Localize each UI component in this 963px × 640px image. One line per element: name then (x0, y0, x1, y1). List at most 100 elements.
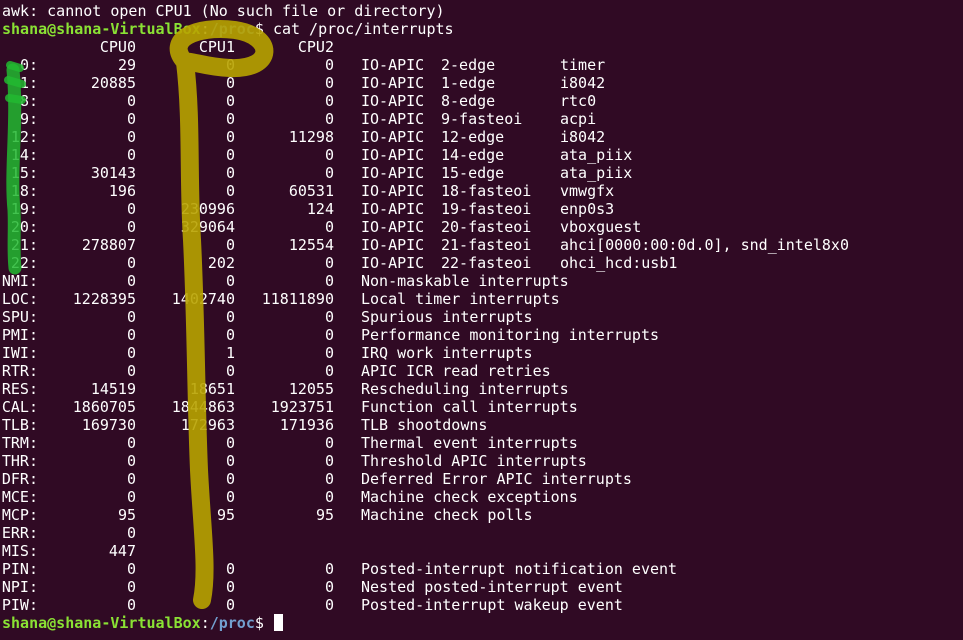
description: Rescheduling interrupts (361, 380, 569, 398)
cpu2-count: 0 (324, 164, 334, 182)
cpu1-count: 202 (207, 254, 235, 272)
irq-label: IWI: (1, 344, 38, 362)
irq-label: 15: (10, 164, 38, 182)
cpu1-count: 0 (225, 560, 235, 578)
irq-label: MCE: (1, 488, 38, 506)
cpu0-count: 0 (126, 308, 136, 326)
prompt-line: shana@shana-VirtualBox:/proc$ cat /proc/… (2, 20, 454, 38)
controller: IO-APIC (361, 146, 425, 164)
cpu0-count: 278807 (81, 236, 136, 254)
irq-label: 22: (10, 254, 38, 272)
cpu2-count: 0 (324, 110, 334, 128)
controller: IO-APIC (361, 218, 425, 236)
cpu0-count: 29 (117, 56, 136, 74)
prompt-path: /proc (209, 20, 255, 38)
cpu2-count: 0 (324, 470, 334, 488)
cpu2-count: 11298 (288, 128, 334, 146)
controller: IO-APIC (361, 92, 425, 110)
cpu0-count: 0 (126, 146, 136, 164)
cpu0-count: 1860705 (72, 398, 136, 416)
prompt-separator: : (200, 20, 210, 38)
irq-label: 9: (19, 110, 38, 128)
prompt-path: /proc (209, 614, 255, 632)
cpu0-count: 20885 (90, 74, 136, 92)
controller: IO-APIC (361, 56, 425, 74)
controller: IO-APIC (361, 128, 425, 146)
irq-type: 15-edge (441, 164, 505, 182)
cpu1-count: 18651 (189, 380, 235, 398)
cpu2-count: 0 (324, 218, 334, 236)
cpu0-count: 0 (126, 488, 136, 506)
irq-type: 20-fasteoi (441, 218, 532, 236)
irq-type: 1-edge (441, 74, 496, 92)
cpu1-count: 0 (225, 74, 235, 92)
cpu0-count: 0 (126, 200, 136, 218)
irq-label: 21: (10, 236, 38, 254)
error-line: awk: cannot open CPU1 (No such file or d… (2, 2, 445, 20)
description: Spurious interrupts (361, 308, 533, 326)
irq-type: 18-fasteoi (441, 182, 532, 200)
cpu0-count: 0 (126, 434, 136, 452)
irq-label: PIW: (1, 596, 38, 614)
irq-type: 19-fasteoi (441, 200, 532, 218)
device-name: ata_piix (560, 146, 633, 164)
cpu0-count: 1228395 (72, 290, 136, 308)
cpu2-count: 171936 (279, 416, 334, 434)
irq-label: PIN: (1, 560, 38, 578)
cpu1-count: 0 (225, 272, 235, 290)
terminal-window[interactable]: awk: cannot open CPU1 (No such file or d… (0, 0, 963, 640)
prompt-symbol: $ (254, 614, 273, 632)
irq-label: 12: (10, 128, 38, 146)
cpu0-count: 0 (126, 578, 136, 596)
description: Function call interrupts (361, 398, 578, 416)
irq-label: LOC: (1, 290, 38, 308)
cpu0-count: 447 (108, 542, 136, 560)
prompt-line-current[interactable]: shana@shana-VirtualBox:/proc$ (2, 614, 283, 632)
controller: IO-APIC (361, 110, 425, 128)
cpu1-count: 0 (225, 92, 235, 110)
cpu1-count: 0 (225, 434, 235, 452)
device-name: i8042 (560, 74, 606, 92)
irq-type: 14-edge (441, 146, 505, 164)
irq-label: TLB: (1, 416, 38, 434)
cpu0-count: 0 (126, 326, 136, 344)
irq-label: RTR: (1, 362, 38, 380)
cpu1-count: 1 (225, 344, 235, 362)
cpu0-count: 14519 (90, 380, 136, 398)
device-name: vboxguest (560, 218, 642, 236)
irq-label: 20: (10, 218, 38, 236)
device-name: rtc0 (560, 92, 597, 110)
description: IRQ work interrupts (361, 344, 533, 362)
cpu1-count: 0 (225, 488, 235, 506)
cpu0-count: 0 (126, 128, 136, 146)
description: Local timer interrupts (361, 290, 560, 308)
irq-type: 22-fasteoi (441, 254, 532, 272)
controller: IO-APIC (361, 74, 425, 92)
cpu1-count: 0 (225, 56, 235, 74)
cpu0-count: 0 (126, 254, 136, 272)
cpu1-count: 0 (225, 308, 235, 326)
description: Deferred Error APIC interrupts (361, 470, 632, 488)
cpu1-count: 230996 (180, 200, 235, 218)
device-name: acpi (560, 110, 597, 128)
description: Non-maskable interrupts (361, 272, 569, 290)
cpu1-count: 0 (225, 362, 235, 380)
device-name: ahci[0000:00:0d.0], snd_intel8x0 (560, 236, 849, 254)
irq-label: 18: (10, 182, 38, 200)
cpu2-count: 0 (324, 434, 334, 452)
device-name: ata_piix (560, 164, 633, 182)
cpu0-count: 0 (126, 560, 136, 578)
cpu2-count: 0 (324, 146, 334, 164)
irq-label: RES: (1, 380, 38, 398)
cpu0-count: 95 (117, 506, 136, 524)
cpu2-count: 0 (324, 578, 334, 596)
irq-type: 12-edge (441, 128, 505, 146)
cpu2-count: 11811890 (261, 290, 334, 308)
cpu0-count: 0 (126, 596, 136, 614)
description: Performance monitoring interrupts (361, 326, 660, 344)
device-name: enp0s3 (560, 200, 615, 218)
cpu1-count: 329064 (180, 218, 235, 236)
description: Machine check polls (361, 506, 533, 524)
irq-label: SPU: (1, 308, 38, 326)
cpu0-count: 0 (126, 362, 136, 380)
